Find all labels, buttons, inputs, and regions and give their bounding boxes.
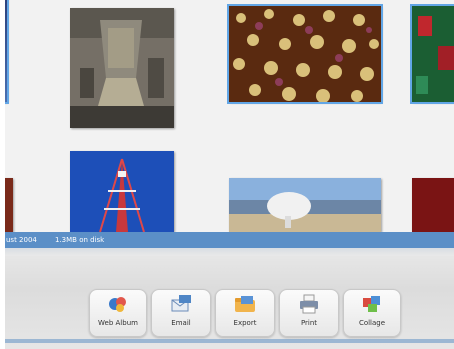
email-icon <box>169 294 193 314</box>
export-label: Export <box>233 319 257 327</box>
collage-button[interactable]: Collage <box>343 289 401 337</box>
photo-tower[interactable] <box>70 151 174 232</box>
photo-right-edge-bottom[interactable] <box>412 178 454 232</box>
web-album-label: Web Album <box>98 319 138 327</box>
collage-icon <box>360 294 384 314</box>
photo-left-edge-bottom[interactable] <box>5 178 13 232</box>
photo-cds[interactable] <box>227 4 383 104</box>
photo-spacecraft[interactable] <box>70 8 174 128</box>
photo-dish[interactable] <box>229 178 381 232</box>
status-date-text: ust 2004 <box>6 236 37 244</box>
status-disk-size: 1.3MB on disk <box>55 236 105 244</box>
web-album-icon <box>106 294 130 314</box>
status-bar: ust 2004 1.3MB on disk <box>5 232 454 248</box>
print-icon <box>297 294 321 314</box>
print-button[interactable]: Print <box>279 289 339 337</box>
export-icon <box>233 294 257 314</box>
window-bottom-border <box>5 339 454 343</box>
export-button[interactable]: Export <box>215 289 275 337</box>
email-label: Email <box>171 319 191 327</box>
photo-left-edge-top[interactable] <box>5 0 9 104</box>
photo-grid[interactable] <box>5 0 454 232</box>
photo-right-edge-top[interactable] <box>410 4 454 104</box>
photo-app-window: ust 2004 1.3MB on disk Web Album Email E… <box>0 0 454 349</box>
tray-top-shade <box>5 248 454 256</box>
web-album-button[interactable]: Web Album <box>89 289 147 337</box>
print-label: Print <box>300 319 318 327</box>
email-button[interactable]: Email <box>151 289 211 337</box>
collage-label: Collage <box>358 319 386 327</box>
